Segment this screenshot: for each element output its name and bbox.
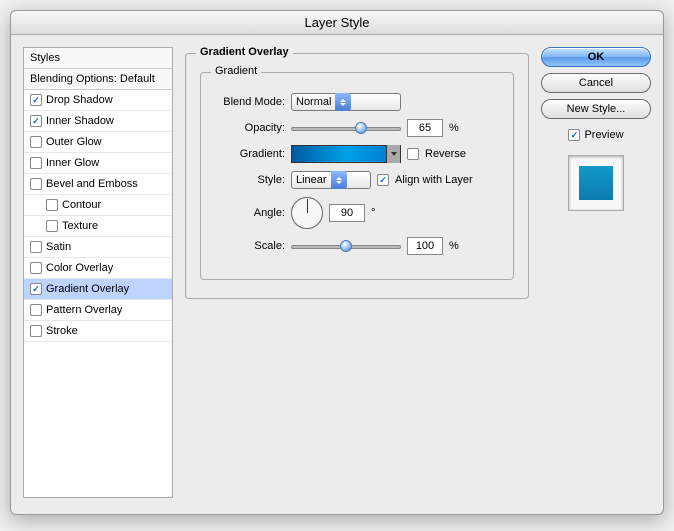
layer-style-dialog: Layer Style Styles Blending Options: Def… <box>10 10 664 515</box>
blend-mode-value: Normal <box>296 96 331 108</box>
reverse-label: Reverse <box>425 148 466 160</box>
align-label: Align with Layer <box>395 174 473 186</box>
style-item-label: Drop Shadow <box>46 94 113 106</box>
preview-label: Preview <box>584 129 623 141</box>
style-checkbox[interactable] <box>30 304 42 316</box>
gradient-swatch[interactable] <box>291 145 401 163</box>
style-item-label: Bevel and Emboss <box>46 178 138 190</box>
style-item-label: Color Overlay <box>46 262 113 274</box>
align-checkbox[interactable] <box>377 174 389 186</box>
angle-dial[interactable] <box>291 197 323 229</box>
style-item-label: Texture <box>62 220 98 232</box>
blend-mode-label: Blend Mode: <box>215 96 285 108</box>
group-title: Gradient Overlay <box>196 46 293 58</box>
scale-input[interactable] <box>407 237 443 255</box>
gradient-label: Gradient: <box>215 148 285 160</box>
style-item-inner-shadow[interactable]: Inner Shadow <box>24 111 172 132</box>
scale-label: Scale: <box>215 240 285 252</box>
style-checkbox[interactable] <box>30 94 42 106</box>
style-checkbox[interactable] <box>30 241 42 253</box>
style-item-contour[interactable]: Contour <box>24 195 172 216</box>
style-item-label: Stroke <box>46 325 78 337</box>
dialog-title: Layer Style <box>11 11 663 35</box>
preview-checkbox[interactable] <box>568 129 580 141</box>
style-checkbox[interactable] <box>30 115 42 127</box>
styles-header[interactable]: Styles <box>24 48 172 69</box>
style-item-label: Pattern Overlay <box>46 304 122 316</box>
new-style-button[interactable]: New Style... <box>541 99 651 119</box>
style-label: Style: <box>215 174 285 186</box>
gradient-overlay-group: Gradient Overlay Gradient Blend Mode: No… <box>185 53 529 299</box>
opacity-slider[interactable] <box>291 121 401 135</box>
settings-panel: Gradient Overlay Gradient Blend Mode: No… <box>185 47 529 498</box>
slider-thumb[interactable] <box>340 240 352 252</box>
chevron-updown-icon <box>331 171 347 189</box>
styles-list: Styles Blending Options: Default Drop Sh… <box>23 47 173 498</box>
style-item-color-overlay[interactable]: Color Overlay <box>24 258 172 279</box>
cancel-button[interactable]: Cancel <box>541 73 651 93</box>
slider-thumb[interactable] <box>355 122 367 134</box>
style-item-label: Outer Glow <box>46 136 102 148</box>
style-checkbox[interactable] <box>30 136 42 148</box>
style-item-outer-glow[interactable]: Outer Glow <box>24 132 172 153</box>
style-checkbox[interactable] <box>30 283 42 295</box>
style-item-bevel-and-emboss[interactable]: Bevel and Emboss <box>24 174 172 195</box>
style-item-pattern-overlay[interactable]: Pattern Overlay <box>24 300 172 321</box>
style-checkbox[interactable] <box>30 325 42 337</box>
ok-button[interactable]: OK <box>541 47 651 67</box>
angle-label: Angle: <box>215 207 285 219</box>
style-checkbox[interactable] <box>30 178 42 190</box>
opacity-label: Opacity: <box>215 122 285 134</box>
dialog-content: Styles Blending Options: Default Drop Sh… <box>11 35 663 510</box>
blend-mode-select[interactable]: Normal <box>291 93 401 111</box>
style-item-gradient-overlay[interactable]: Gradient Overlay <box>24 279 172 300</box>
style-item-label: Satin <box>46 241 71 253</box>
opacity-input[interactable] <box>407 119 443 137</box>
preview-well <box>568 155 624 211</box>
chevron-updown-icon <box>335 93 351 111</box>
inner-group-title: Gradient <box>211 65 261 77</box>
style-item-stroke[interactable]: Stroke <box>24 321 172 342</box>
style-item-label: Inner Glow <box>46 157 99 169</box>
right-column: OK Cancel New Style... Preview <box>541 47 651 498</box>
gradient-group: Gradient Blend Mode: Normal Opacity: <box>200 72 514 280</box>
style-item-label: Contour <box>62 199 101 211</box>
style-item-texture[interactable]: Texture <box>24 216 172 237</box>
degree-label: ° <box>371 207 375 219</box>
style-item-satin[interactable]: Satin <box>24 237 172 258</box>
style-item-label: Gradient Overlay <box>46 283 129 295</box>
style-checkbox[interactable] <box>30 157 42 169</box>
reverse-checkbox[interactable] <box>407 148 419 160</box>
percent-label: % <box>449 122 459 134</box>
blending-options-header[interactable]: Blending Options: Default <box>24 69 172 90</box>
style-item-inner-glow[interactable]: Inner Glow <box>24 153 172 174</box>
style-value: Linear <box>296 174 327 186</box>
preview-swatch <box>579 166 613 200</box>
angle-input[interactable] <box>329 204 365 222</box>
style-item-drop-shadow[interactable]: Drop Shadow <box>24 90 172 111</box>
style-item-label: Inner Shadow <box>46 115 114 127</box>
scale-slider[interactable] <box>291 239 401 253</box>
percent-label: % <box>449 240 459 252</box>
style-checkbox[interactable] <box>46 199 58 211</box>
chevron-down-icon[interactable] <box>386 145 400 163</box>
style-checkbox[interactable] <box>30 262 42 274</box>
style-checkbox[interactable] <box>46 220 58 232</box>
style-select[interactable]: Linear <box>291 171 371 189</box>
